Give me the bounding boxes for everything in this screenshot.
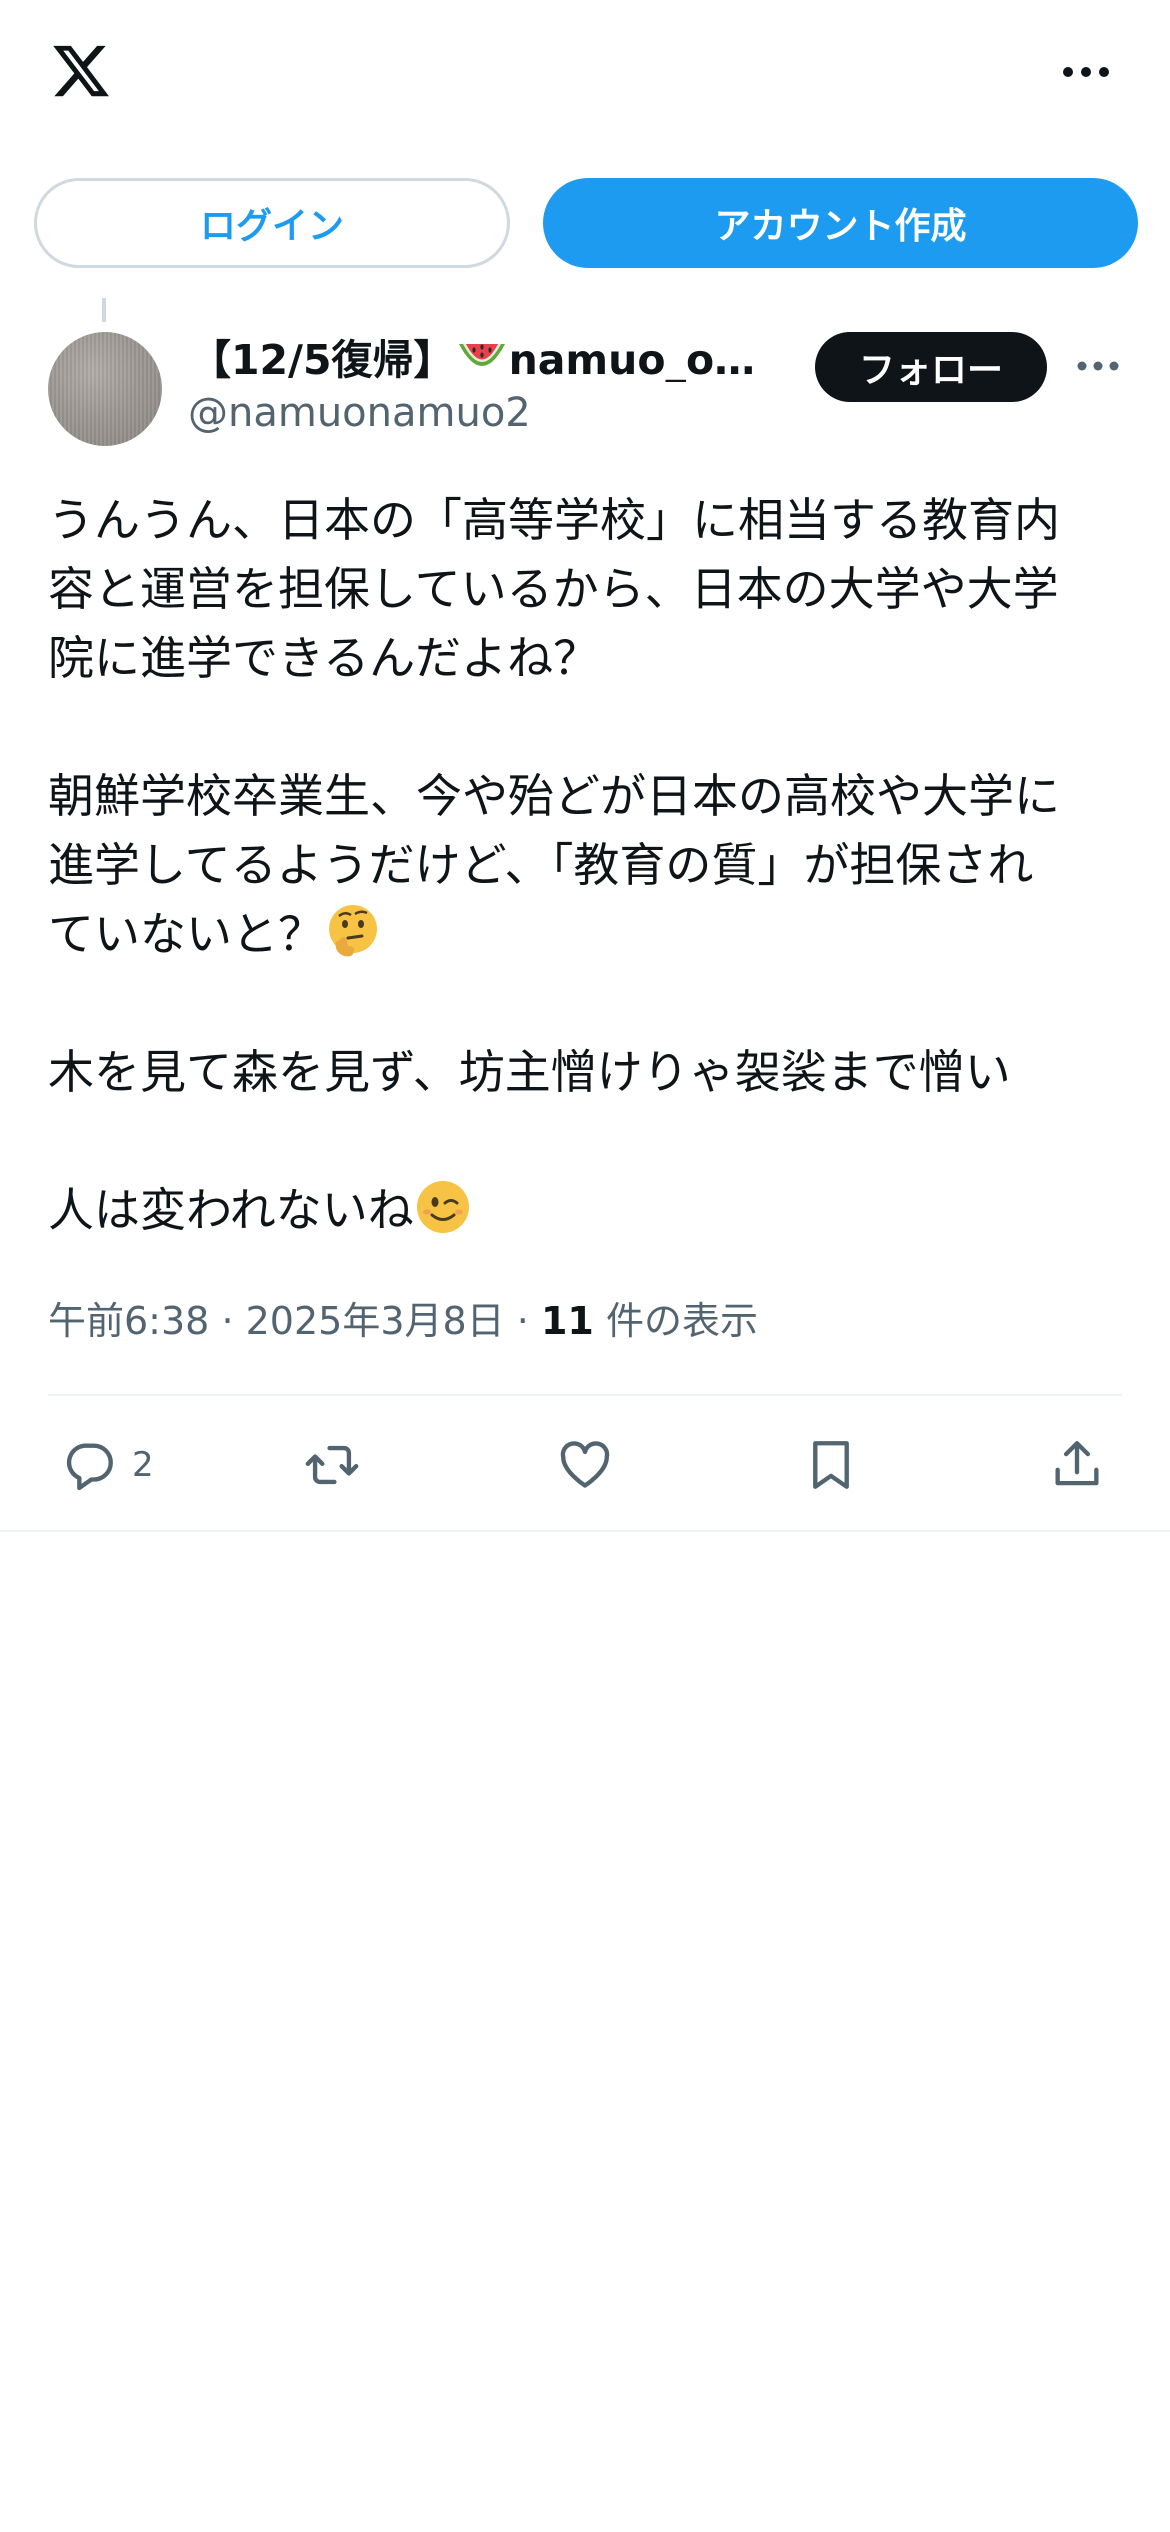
reply-button[interactable]: 2: [60, 1420, 154, 1510]
follow-button[interactable]: フォロー: [815, 332, 1047, 402]
tweet-text: うんうん、日本の「高等学校」に相当する教育内 容と運営を担保しているから、日本の…: [48, 486, 1128, 1245]
like-button[interactable]: [556, 1420, 614, 1510]
share-icon: [1055, 1441, 1099, 1486]
display-name[interactable]: 【12/5復帰】 namuo_o…: [190, 326, 790, 382]
display-name-suffix: namuo_o…: [508, 336, 756, 382]
meta-separator: ·: [516, 1299, 529, 1343]
tweet-meta: 午前6:38 · 2025年3月8日 · 11 件の表示: [48, 1290, 758, 1345]
watermelon-icon: [458, 344, 505, 366]
tweet-actions: 2: [0, 1420, 1170, 1520]
reply-count: 2: [132, 1445, 154, 1485]
tweet-date[interactable]: 2025年3月8日: [246, 1299, 505, 1343]
thread-connector-line: [102, 298, 106, 322]
bookmark-button[interactable]: [802, 1420, 860, 1510]
avatar[interactable]: [48, 332, 162, 446]
divider: [48, 1394, 1122, 1396]
display-name-prefix: 【12/5復帰】: [190, 336, 455, 382]
share-button[interactable]: [1048, 1420, 1106, 1510]
user-handle[interactable]: @namuonamuo2: [188, 390, 531, 436]
views-label: 件の表示: [605, 1299, 758, 1343]
thinking-face-icon: [329, 905, 377, 957]
like-icon: [560, 1441, 610, 1488]
top-bar: [0, 0, 1170, 150]
reply-icon: [66, 1443, 113, 1491]
tweet-paragraph: うんうん、日本の「高等学校」に相当する教育内 容と運営を担保しているから、日本の…: [48, 493, 1060, 685]
tweet-time[interactable]: 午前6:38: [48, 1299, 209, 1343]
views-count: 11: [540, 1299, 594, 1343]
tweet-paragraph: 木を見て森を見ず、坊主憎けりゃ袈裟まで憎い: [48, 1045, 1011, 1099]
tweet-paragraph: 人は変われないね: [48, 1176, 1128, 1245]
x-logo-icon[interactable]: [48, 40, 114, 102]
retweet-button[interactable]: [303, 1420, 361, 1510]
auth-buttons: ログイン アカウント作成: [0, 178, 1170, 270]
create-account-button[interactable]: アカウント作成: [543, 178, 1138, 268]
tweet-paragraph: 朝鮮学校卒業生、今や殆どが日本の高校や大学に 進学してるようだけど、「教育の質」…: [48, 769, 1060, 961]
retweet-icon: [305, 1445, 359, 1485]
meta-separator: ·: [221, 1299, 234, 1343]
post-more-icon[interactable]: [1076, 356, 1120, 376]
more-horizontal-icon[interactable]: [1060, 60, 1112, 84]
winking-face-icon: [416, 1181, 469, 1233]
divider: [0, 1530, 1170, 1532]
bookmark-icon: [813, 1441, 849, 1489]
login-button[interactable]: ログイン: [34, 178, 510, 268]
